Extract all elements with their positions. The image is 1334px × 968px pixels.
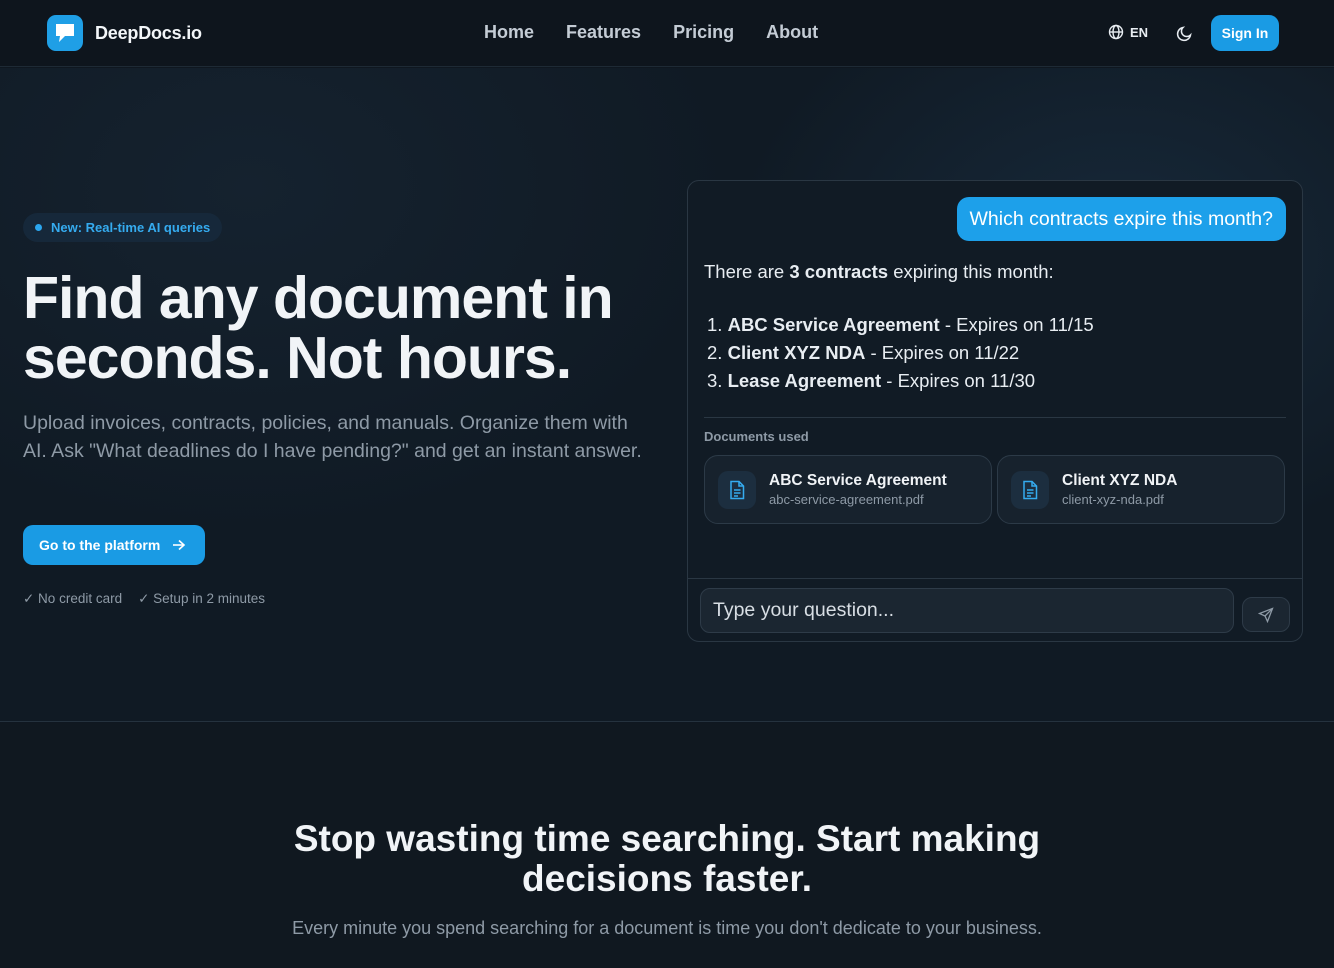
brand-logo[interactable]: DeepDocs.io	[47, 15, 202, 51]
chat-bubble-logo-icon	[47, 15, 83, 51]
main-nav: Home Features Pricing About	[484, 22, 818, 43]
language-selector[interactable]: EN	[1108, 24, 1148, 40]
divider	[704, 417, 1286, 418]
list-item: 1. ABC Service Agreement - Expires on 11…	[707, 314, 1094, 335]
chat-demo-card: Which contracts expire this month? There…	[687, 180, 1303, 642]
go-to-platform-button[interactable]: Go to the platform	[23, 525, 205, 565]
moon-icon	[1176, 26, 1192, 42]
nav-link-features[interactable]: Features	[566, 22, 641, 43]
document-card-abc[interactable]: ABC Service Agreement abc-service-agreem…	[704, 455, 992, 524]
section-title: Stop wasting time searching. Start makin…	[293, 818, 1041, 899]
nav-link-pricing[interactable]: Pricing	[673, 22, 734, 43]
badge-dot-icon	[35, 224, 42, 231]
document-filename: abc-service-agreement.pdf	[769, 492, 924, 507]
list-item: 3. Lease Agreement - Expires on 11/30	[707, 370, 1036, 391]
document-filename: client-xyz-nda.pdf	[1062, 492, 1164, 507]
sign-in-button[interactable]: Sign In	[1211, 15, 1279, 51]
hero-title: Find any document in seconds. Not hours.	[23, 265, 614, 391]
document-card-xyz[interactable]: Client XYZ NDA client-xyz-nda.pdf	[997, 455, 1285, 524]
list-item: 2. Client XYZ NDA - Expires on 11/22	[707, 342, 1020, 363]
top-navbar: DeepDocs.io Home Features Pricing About …	[0, 0, 1334, 67]
globe-icon	[1108, 24, 1124, 40]
nav-link-about[interactable]: About	[766, 22, 818, 43]
user-message-bubble: Which contracts expire this month?	[956, 197, 1286, 241]
send-icon	[1258, 606, 1274, 623]
file-text-icon	[718, 470, 756, 509]
arrow-right-icon	[173, 539, 186, 551]
question-input[interactable]	[700, 588, 1234, 633]
document-title: ABC Service Agreement	[769, 472, 947, 489]
ai-answer-intro: There are 3 contracts expiring this mont…	[704, 261, 1054, 282]
documents-used-label: Documents used	[704, 429, 809, 444]
section-text: Every minute you spend searching for a d…	[292, 918, 1042, 938]
brand-name: DeepDocs.io	[95, 22, 202, 43]
hero-section: New: Real-time AI queries Find any docum…	[0, 68, 1334, 722]
nav-link-home[interactable]: Home	[484, 22, 534, 43]
language-code: EN	[1130, 24, 1149, 40]
value-proposition-section: Stop wasting time searching. Start makin…	[0, 723, 1334, 968]
chat-input-bar	[688, 578, 1302, 641]
hero-subtitle: Upload invoices, contracts, policies, an…	[23, 412, 642, 462]
file-text-icon	[1011, 470, 1049, 509]
answer-count: 3 contracts	[789, 261, 889, 282]
check-setup-time: ✓ Setup in 2 minutes	[138, 591, 265, 606]
theme-toggle[interactable]	[1176, 24, 1194, 42]
benefit-checks: ✓ No credit card ✓ Setup in 2 minutes	[23, 591, 265, 607]
badge-text: New: Real-time AI queries	[51, 220, 211, 235]
new-feature-badge: New: Real-time AI queries	[23, 213, 223, 242]
check-no-credit-card: ✓ No credit card	[23, 591, 123, 606]
send-button[interactable]	[1242, 597, 1290, 632]
ai-answer-list: 1. ABC Service Agreement - Expires on 11…	[707, 311, 1094, 395]
cta-label: Go to the platform	[39, 537, 161, 553]
document-title: Client XYZ NDA	[1062, 472, 1178, 489]
